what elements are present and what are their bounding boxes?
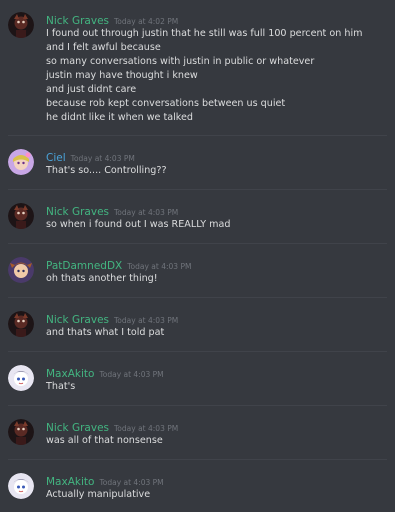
patdamneddx-avatar-icon[interactable] (8, 257, 34, 283)
message-text: because rob kept conversations between u… (46, 98, 286, 109)
username[interactable]: Ciel (46, 152, 66, 164)
message-group: MaxAkito Today at 4:03 PM Actually manipu… (0, 473, 395, 503)
message-divider (8, 351, 387, 352)
message-body: I found out through justin that he still… (46, 27, 389, 125)
message-body: That's (46, 380, 389, 394)
message-header: PatDamnedDX Today at 4:03 PM (46, 257, 192, 272)
message-header: MaxAkito Today at 4:03 PM (46, 365, 164, 380)
username[interactable]: Nick Graves (46, 206, 109, 218)
message-body: and thats what I told pat (46, 326, 389, 340)
message-text: Actually manipulative (46, 489, 151, 500)
message-header: Nick Graves Today at 4:03 PM (46, 203, 179, 218)
nick-graves-avatar-icon[interactable] (8, 311, 34, 337)
timestamp: Today at 4:03 PM (114, 316, 179, 325)
message-body: was all of that nonsense (46, 434, 389, 448)
message-text: so when i found out I was REALLY mad (46, 219, 231, 230)
timestamp: Today at 4:03 PM (70, 154, 135, 163)
message-header: Ciel Today at 4:03 PM (46, 149, 135, 164)
message-divider (8, 189, 387, 190)
maxakito-avatar-icon[interactable] (8, 365, 34, 391)
message-text: That's (46, 381, 76, 392)
message-text: and I felt awful because (46, 42, 161, 53)
message-group: Nick Graves Today at 4:03 PM and thats wh… (0, 311, 395, 341)
message-group: Nick Graves Today at 4:03 PM was all of t… (0, 419, 395, 449)
ciel-avatar-icon[interactable] (8, 149, 34, 175)
timestamp: Today at 4:03 PM (99, 478, 164, 487)
username[interactable]: Nick Graves (46, 422, 109, 434)
username[interactable]: MaxAkito (46, 368, 94, 380)
username[interactable]: PatDamnedDX (46, 260, 122, 272)
message-group: PatDamnedDX Today at 4:03 PM oh thats ano… (0, 257, 395, 287)
message-text: That's so.... Controlling?? (46, 165, 167, 176)
message-text: was all of that nonsense (46, 435, 163, 446)
message-header: Nick Graves Today at 4:03 PM (46, 419, 179, 434)
message-body: so when i found out I was REALLY mad (46, 218, 389, 232)
message-divider (8, 405, 387, 406)
timestamp: Today at 4:03 PM (114, 424, 179, 433)
message-group: Ciel Today at 4:03 PM That's so.... Contr… (0, 149, 395, 179)
message-body: Actually manipulative (46, 488, 389, 502)
username[interactable]: Nick Graves (46, 314, 109, 326)
message-text: and just didnt care (46, 84, 137, 95)
message-header: MaxAkito Today at 4:03 PM (46, 473, 164, 488)
message-group: Nick Graves Today at 4:02 PM I found out … (0, 12, 395, 125)
timestamp: Today at 4:02 PM (114, 17, 179, 26)
nick-graves-avatar-icon[interactable] (8, 419, 34, 445)
timestamp: Today at 4:03 PM (99, 370, 164, 379)
message-text: I found out through justin that he still… (46, 28, 363, 39)
username[interactable]: MaxAkito (46, 476, 94, 488)
timestamp: Today at 4:03 PM (127, 262, 192, 271)
message-text: and thats what I told pat (46, 327, 165, 338)
message-text: he didnt like it when we talked (46, 112, 194, 123)
message-divider (8, 297, 387, 298)
message-text: oh thats another thing! (46, 273, 158, 284)
message-divider (8, 135, 387, 136)
maxakito-avatar-icon[interactable] (8, 473, 34, 499)
nick-graves-avatar-icon[interactable] (8, 203, 34, 229)
timestamp: Today at 4:03 PM (114, 208, 179, 217)
message-text: so many conversations with justin in pub… (46, 56, 315, 67)
message-group: MaxAkito Today at 4:03 PM That's (0, 365, 395, 395)
message-group: Nick Graves Today at 4:03 PM so when i fo… (0, 203, 395, 233)
message-divider (8, 459, 387, 460)
message-header: Nick Graves Today at 4:03 PM (46, 311, 179, 326)
message-body: That's so.... Controlling?? (46, 164, 389, 178)
message-header: Nick Graves Today at 4:02 PM (46, 12, 179, 27)
nick-graves-avatar-icon[interactable] (8, 12, 34, 38)
chat-message-list: Nick Graves Today at 4:02 PM I found out … (0, 0, 395, 512)
username[interactable]: Nick Graves (46, 15, 109, 27)
message-text: justin may have thought i knew (46, 70, 198, 81)
message-divider (8, 243, 387, 244)
message-body: oh thats another thing! (46, 272, 389, 286)
